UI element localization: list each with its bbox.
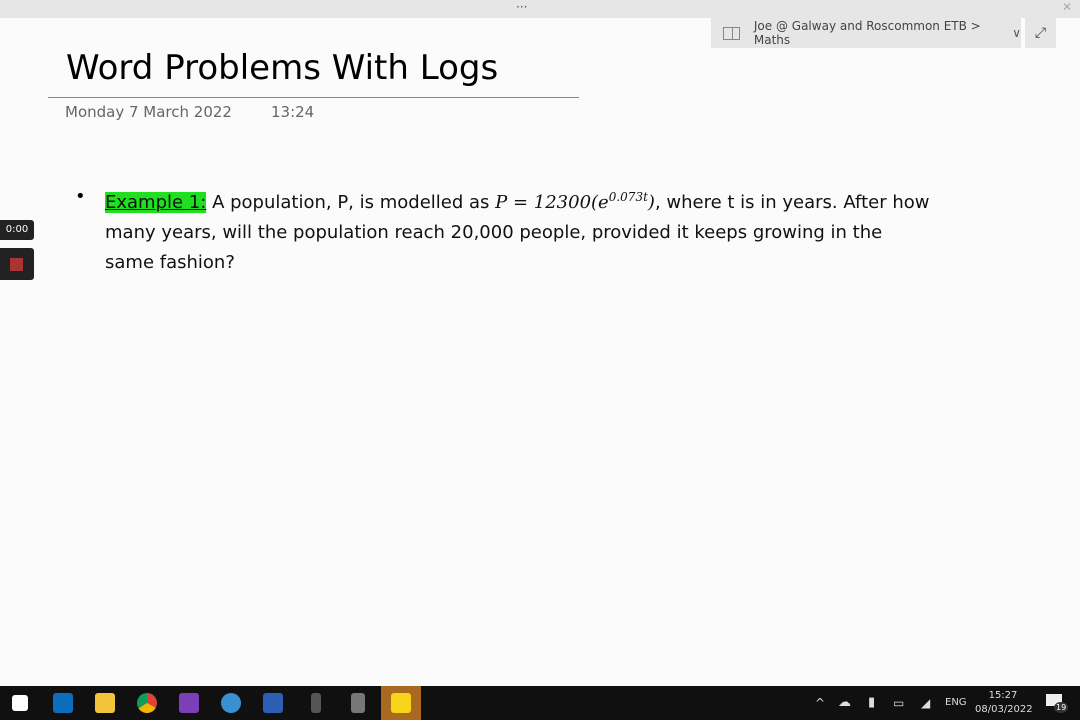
battery-icon[interactable]: ▭ bbox=[893, 686, 904, 720]
notification-count: 19 bbox=[1054, 702, 1069, 713]
title-bar: ··· ✕ bbox=[0, 0, 1080, 18]
onenote-icon[interactable] bbox=[179, 693, 199, 713]
equation: P = 12300(e0.073t) bbox=[495, 190, 655, 213]
recording-timer: 0:00 bbox=[0, 220, 34, 240]
example-label: Example 1: bbox=[105, 192, 207, 213]
expand-icon[interactable]: ⤢ bbox=[1025, 18, 1056, 48]
chevron-down-icon[interactable]: ∨ bbox=[1012, 26, 1021, 40]
taskbar: ^ ☁ ▮ ▭ ◢ ENG 15:27 08/03/2022 19 bbox=[0, 686, 1080, 720]
wifi-icon[interactable]: ◢ bbox=[921, 686, 930, 720]
equation-close: ) bbox=[647, 192, 655, 213]
outlook-icon[interactable] bbox=[53, 693, 73, 713]
stop-recording-button[interactable] bbox=[0, 248, 34, 280]
sticky-notes-button[interactable] bbox=[381, 686, 421, 720]
sticky-notes-icon bbox=[391, 693, 411, 713]
onedrive-icon[interactable]: ☁ bbox=[838, 686, 851, 720]
language-indicator[interactable]: ENG bbox=[945, 686, 967, 720]
notebook-breadcrumb[interactable]: Joe @ Galway and Roscommon ETB > Maths ∨ bbox=[711, 18, 1021, 48]
calculator-phone-icon[interactable] bbox=[311, 693, 321, 713]
equation-exponent: 0.073t bbox=[608, 190, 648, 204]
notebook-icon bbox=[723, 26, 740, 40]
stop-icon bbox=[10, 258, 23, 271]
bullet: • bbox=[75, 186, 86, 207]
page-time: 13:24 bbox=[271, 103, 315, 121]
calculator-icon[interactable] bbox=[351, 693, 365, 713]
windows-start-icon[interactable] bbox=[12, 695, 28, 711]
page-date: Monday 7 March 2022 bbox=[65, 103, 232, 121]
page-title[interactable]: Word Problems With Logs bbox=[66, 48, 498, 88]
title-divider bbox=[48, 97, 579, 98]
clock-date: 08/03/2022 bbox=[975, 704, 1033, 715]
show-hidden-icons-icon[interactable]: ^ bbox=[815, 686, 825, 720]
chrome-icon[interactable] bbox=[137, 693, 157, 713]
microphone-icon[interactable]: ▮ bbox=[868, 686, 875, 720]
close-button[interactable]: ✕ bbox=[1062, 0, 1072, 14]
example-paragraph[interactable]: Example 1: A population, P, is modelled … bbox=[105, 182, 935, 278]
remote-desktop-icon[interactable] bbox=[221, 693, 241, 713]
equation-base: P = 12300(e bbox=[495, 192, 609, 213]
clock-time: 15:27 bbox=[988, 690, 1018, 701]
word-icon[interactable] bbox=[263, 693, 283, 713]
clock[interactable]: 15:27 08/03/2022 bbox=[975, 689, 1033, 717]
notebook-path: Joe @ Galway and Roscommon ETB > Maths bbox=[753, 19, 981, 47]
file-explorer-icon[interactable] bbox=[95, 693, 115, 713]
text-part-1: A population, P, is modelled as bbox=[206, 192, 496, 213]
more-options-button[interactable]: ··· bbox=[516, 0, 527, 14]
